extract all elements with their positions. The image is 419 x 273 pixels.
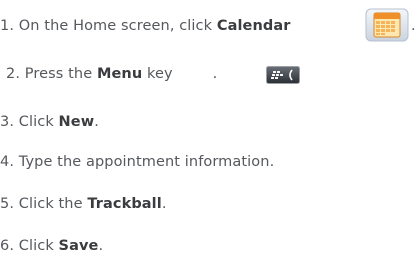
trailing-period: . bbox=[411, 18, 416, 34]
step-text-after: . bbox=[94, 114, 99, 130]
calendar-icon bbox=[365, 8, 409, 42]
step-text-after: . bbox=[161, 196, 167, 212]
step-text: Type the appointment information. bbox=[18, 154, 275, 170]
step-text: Click bbox=[18, 238, 59, 254]
step-number: 2. bbox=[6, 66, 21, 82]
step-text: Press the bbox=[24, 66, 97, 82]
step-keyword: Calendar bbox=[216, 18, 291, 34]
step-2: 2. Press the Menu key. bbox=[6, 64, 217, 84]
step-4: 4. Type the appointment information. bbox=[0, 152, 274, 172]
step-text: Click bbox=[18, 114, 59, 130]
step-5: 5. Click the Trackball. bbox=[0, 194, 167, 214]
step-keyword: Menu bbox=[96, 66, 143, 82]
step-number: 3. bbox=[0, 114, 15, 130]
step-text: On the Home screen, click bbox=[18, 18, 217, 34]
step-3: 3. Click New. bbox=[0, 112, 99, 132]
step-number: 4. bbox=[0, 154, 15, 170]
step-number: 1. bbox=[0, 18, 15, 34]
step-keyword: New bbox=[58, 114, 95, 130]
step-6: 6. Click Save. bbox=[0, 236, 103, 256]
step-number: 5. bbox=[0, 196, 15, 212]
step-keyword: Trackball bbox=[87, 196, 162, 212]
step-text-after: . bbox=[98, 238, 104, 254]
step-number: 6. bbox=[0, 238, 15, 254]
instructions-page: 1. On the Home screen, click Calendar . … bbox=[0, 0, 419, 273]
menu-key-icon bbox=[266, 66, 300, 84]
step-text: Click the bbox=[18, 196, 88, 212]
step-keyword: Save bbox=[58, 238, 99, 254]
step-text-after: key bbox=[142, 66, 173, 82]
step-period: . bbox=[212, 66, 218, 82]
step-1: 1. On the Home screen, click Calendar bbox=[0, 16, 291, 36]
